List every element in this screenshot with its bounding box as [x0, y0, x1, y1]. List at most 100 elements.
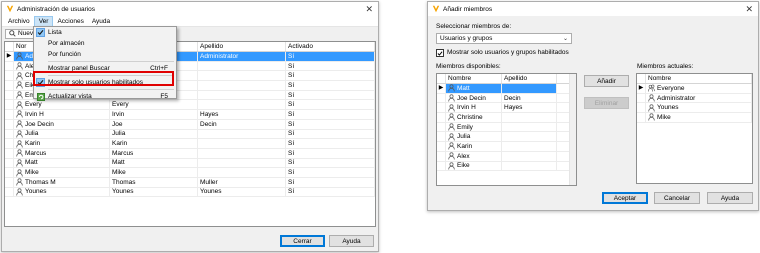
window-title: Administración de usuarios [17, 5, 96, 13]
cell-enabled: Sí [286, 119, 375, 129]
cell-nombre: Matt [446, 84, 502, 93]
menu-ver[interactable]: Ver [33, 15, 54, 27]
user-icon [16, 62, 23, 70]
table-row[interactable]: Matt Matt Sí [5, 158, 375, 169]
list-item[interactable]: Christine [437, 113, 576, 123]
list-item[interactable]: Julia [437, 132, 576, 143]
row-indicator [5, 177, 14, 187]
table-row[interactable]: Mike Mike Sí [5, 168, 375, 178]
table-row[interactable]: Karin Karin Sí [5, 139, 375, 149]
menu-ayuda[interactable]: Ayuda [88, 16, 114, 27]
table-row[interactable]: Thomas M Thomas Muller Sí [5, 177, 375, 188]
menu-item-por-funcion[interactable]: Por función [34, 49, 176, 60]
cell-last-name-text: Younes [200, 188, 222, 196]
header-nombre[interactable]: Nombre [446, 74, 502, 83]
menu-separator [48, 89, 174, 90]
user-icon [448, 104, 455, 112]
cell-first-name: Joe [110, 119, 198, 129]
list-item[interactable]: Alex [437, 151, 576, 162]
menu-item-por-almacen[interactable]: Por almacén [34, 38, 176, 49]
cell-last-name: Younes [198, 187, 286, 197]
cell-last-name-text: Administrator [200, 52, 239, 60]
title-bar: Añadir miembros ✕ [428, 2, 758, 16]
user-icon [648, 104, 655, 112]
new-user-label: Nuev [18, 30, 34, 37]
table-header: Nombre Apellido [437, 74, 576, 84]
cell-nombre-text: Irvin H [457, 104, 476, 112]
table-row[interactable]: Marcus Marcus Sí [5, 148, 375, 159]
header-enabled[interactable]: Activado [286, 42, 375, 51]
table-row[interactable]: Irvin H Irvin Hayes Sí [5, 110, 375, 120]
enabled-only-checkbox[interactable] [436, 49, 444, 57]
cell-first-name-text: Irvin [112, 110, 125, 118]
cell-enabled: Sí [286, 148, 375, 158]
menu-acciones[interactable]: Acciones [53, 16, 87, 27]
list-item[interactable]: Eike [437, 161, 576, 172]
cell-enabled: Sí [286, 110, 375, 119]
cell-nombre-text: Eike [457, 162, 470, 170]
cell-enabled: Sí [286, 71, 375, 81]
user-icon [16, 101, 23, 109]
user-icon [16, 149, 23, 157]
view-menu-dropdown: Lista Por almacén Por función Mostrar pa… [33, 26, 177, 102]
header-apellido[interactable]: Apellido [502, 74, 557, 83]
cell-enabled-text: Sí [288, 130, 295, 138]
table-row[interactable]: Joe Decin Joe Decin Sí [5, 119, 375, 130]
row-indicator [437, 161, 446, 171]
row-indicator [637, 93, 646, 103]
row-indicator [437, 103, 446, 113]
close-button[interactable]: Cerrar [280, 235, 325, 247]
source-combobox[interactable]: Usuarios y grupos ⌄ [436, 33, 572, 44]
list-item[interactable]: Karin [437, 142, 576, 152]
user-icon [16, 159, 23, 167]
menu-item-actualizar[interactable]: Actualizar vista F5 [34, 91, 176, 102]
cell-enabled-text: Sí [288, 120, 295, 128]
row-indicator [5, 119, 14, 129]
cell-nombre-text: Christine [457, 113, 483, 121]
user-icon [448, 123, 455, 131]
close-icon[interactable]: ✕ [365, 4, 373, 14]
cell-nombre: Karin [446, 142, 502, 151]
cell-apellido-text: Hayes [504, 104, 523, 112]
current-members-label: Miembros actuales: [637, 63, 694, 70]
vertical-scrollbar[interactable] [569, 74, 576, 185]
accept-button[interactable]: Aceptar [602, 192, 648, 204]
row-indicator [5, 158, 14, 168]
user-icon [16, 130, 23, 138]
list-item[interactable]: Irvin H Hayes [437, 103, 576, 114]
cell-name: Joe Decin [14, 119, 110, 129]
row-indicator: ▶ [5, 52, 14, 61]
menu-archivo[interactable]: Archivo [4, 16, 34, 27]
menu-item-por-almacen-label: Por almacén [48, 40, 85, 47]
search-icon [9, 30, 16, 37]
header-nombre[interactable]: Nombre [646, 74, 752, 83]
header-last-name[interactable]: Apellido [198, 42, 286, 51]
list-item[interactable]: Emily [437, 122, 576, 133]
remove-button: Eliminar [584, 97, 629, 109]
close-icon[interactable]: ✕ [745, 4, 753, 14]
list-item[interactable]: Younes [637, 103, 752, 114]
user-icon [16, 120, 23, 128]
row-indicator [5, 81, 14, 90]
cancel-button[interactable]: Cancelar [654, 192, 700, 204]
help-button[interactable]: Ayuda [707, 192, 753, 204]
cell-first-name: Irvin [110, 110, 198, 119]
header-indicator [437, 74, 446, 83]
list-item[interactable]: Mike [637, 113, 752, 123]
row-pointer-icon: ▶ [638, 84, 644, 91]
cell-first-name-text: Thomas [112, 178, 136, 186]
menu-item-lista[interactable]: Lista [34, 27, 176, 38]
list-item[interactable]: ▶ Matt [437, 84, 576, 94]
table-row[interactable]: Julia Julia Sí [5, 129, 375, 140]
cell-last-name [198, 158, 286, 168]
list-item[interactable]: Joe Decin Decin [437, 93, 576, 104]
list-item[interactable]: Administrator [637, 93, 752, 104]
list-item[interactable]: ▶ Everyone [637, 84, 752, 94]
table-row[interactable]: Younes Younes Younes Sí [5, 187, 375, 198]
help-button[interactable]: Ayuda [329, 235, 374, 247]
add-button[interactable]: Añadir [584, 75, 629, 87]
cell-last-name [198, 139, 286, 148]
cell-name-text: Matt [25, 159, 38, 167]
available-members-label: Miembros disponibles: [436, 63, 501, 70]
user-icon [16, 52, 23, 60]
